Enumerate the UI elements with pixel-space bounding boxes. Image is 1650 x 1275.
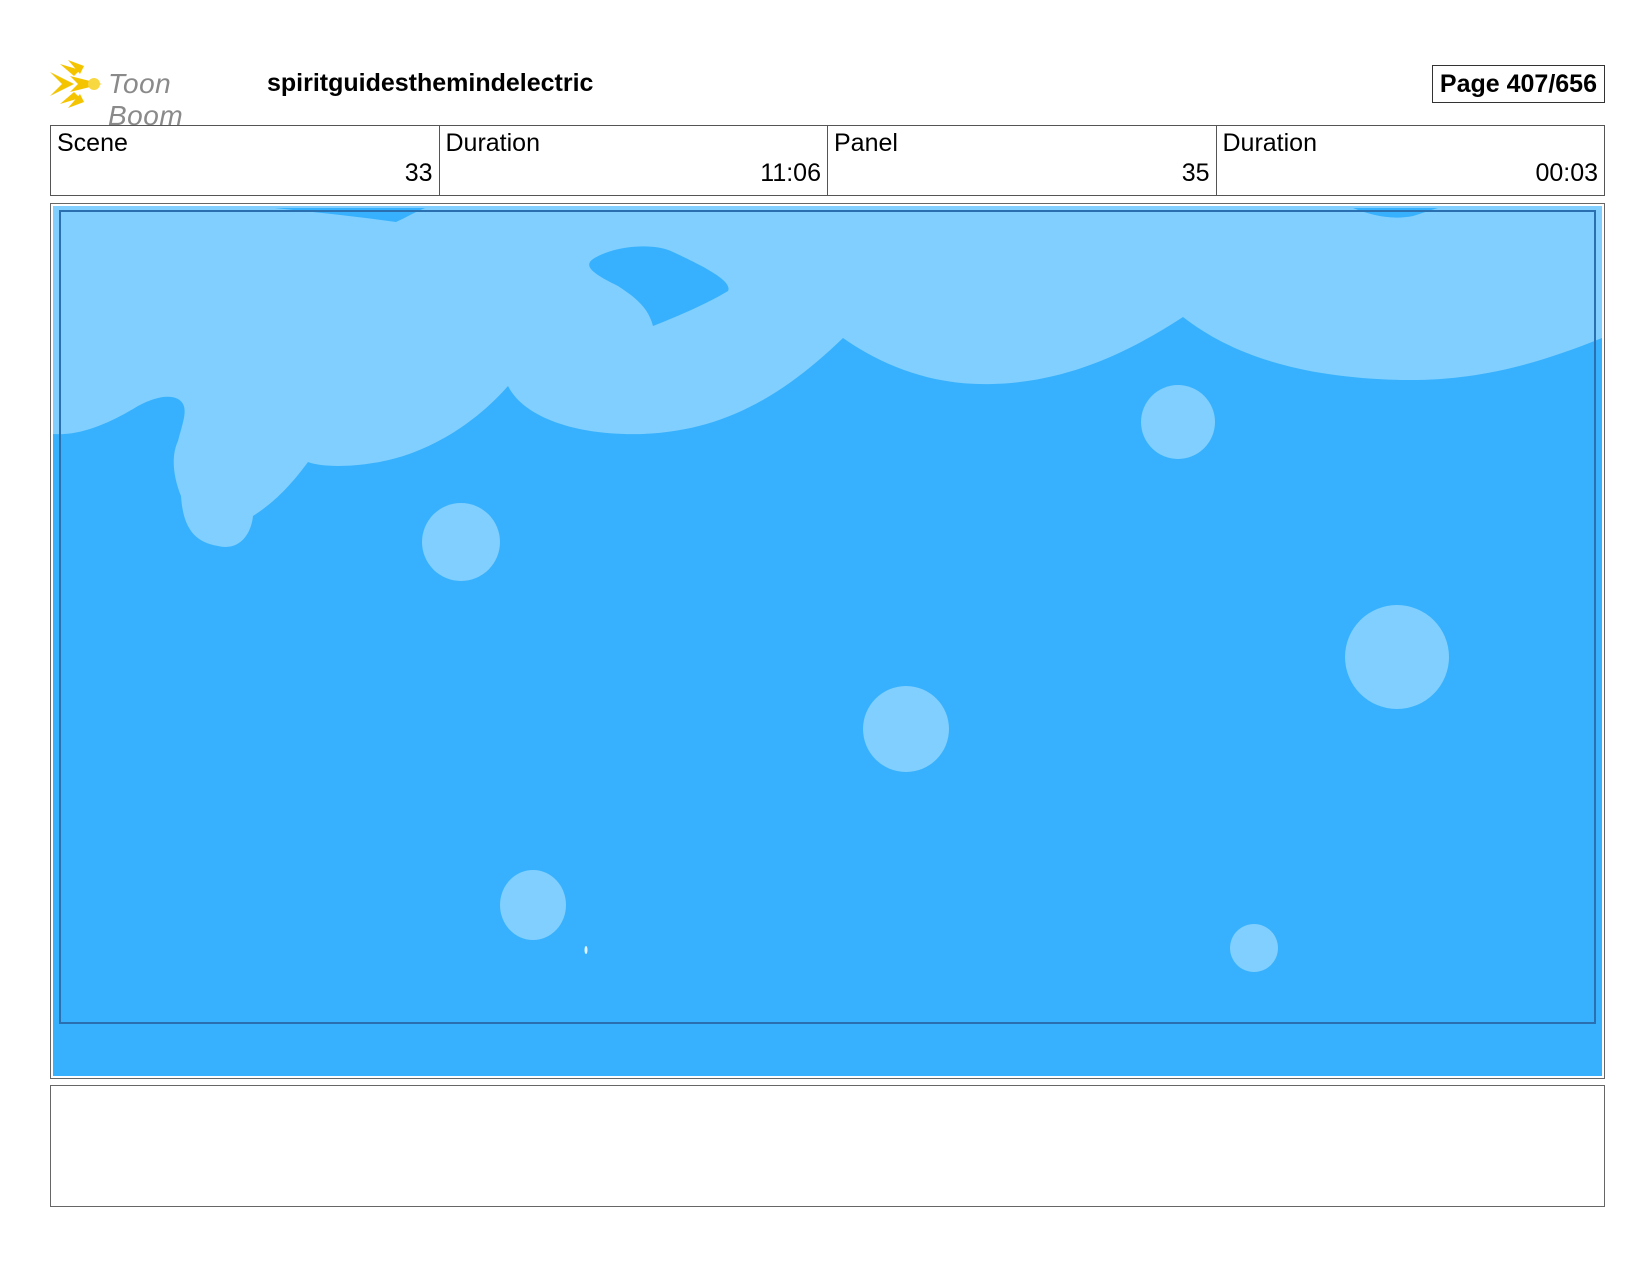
star-burst-icon (50, 60, 102, 108)
scene-value: 33 (404, 159, 433, 187)
notes-box (50, 1085, 1605, 1207)
document-title: spiritguidesthemindelectric (267, 69, 594, 97)
logo-text: Toon Boom (108, 68, 184, 131)
panel-value: 35 (1181, 159, 1210, 187)
scene-cell: Scene 33 (51, 126, 440, 195)
panel-cell: Panel 35 (828, 126, 1217, 195)
panel-label: Panel (834, 129, 898, 157)
panel-duration-cell: Duration 00:03 (1217, 126, 1605, 195)
toon-boom-logo: Toon Boom (50, 58, 250, 131)
panel-duration-label: Duration (1222, 129, 1318, 157)
storyboard-panel (50, 203, 1605, 1079)
bubble (1345, 605, 1449, 709)
bubble (863, 686, 949, 772)
bubble (500, 870, 566, 940)
scene-duration-label: Duration (445, 129, 541, 157)
panel-duration-value: 00:03 (1535, 159, 1598, 187)
page-number-box: Page 407/656 (1431, 65, 1605, 103)
bubble (422, 503, 500, 581)
scene-label: Scene (57, 129, 128, 157)
scene-info-row: Scene 33 Duration 11:06 Panel 35 Duratio… (50, 125, 1605, 196)
panel-artwork (53, 206, 1602, 1076)
page-header: Toon Boom spiritguidesthemindelectric Pa… (50, 55, 1605, 131)
sparkle (584, 946, 588, 954)
bubble (1141, 385, 1215, 459)
scene-duration-cell: Duration 11:06 (440, 126, 828, 195)
bubble (1230, 924, 1278, 972)
scene-duration-value: 11:06 (760, 159, 821, 187)
